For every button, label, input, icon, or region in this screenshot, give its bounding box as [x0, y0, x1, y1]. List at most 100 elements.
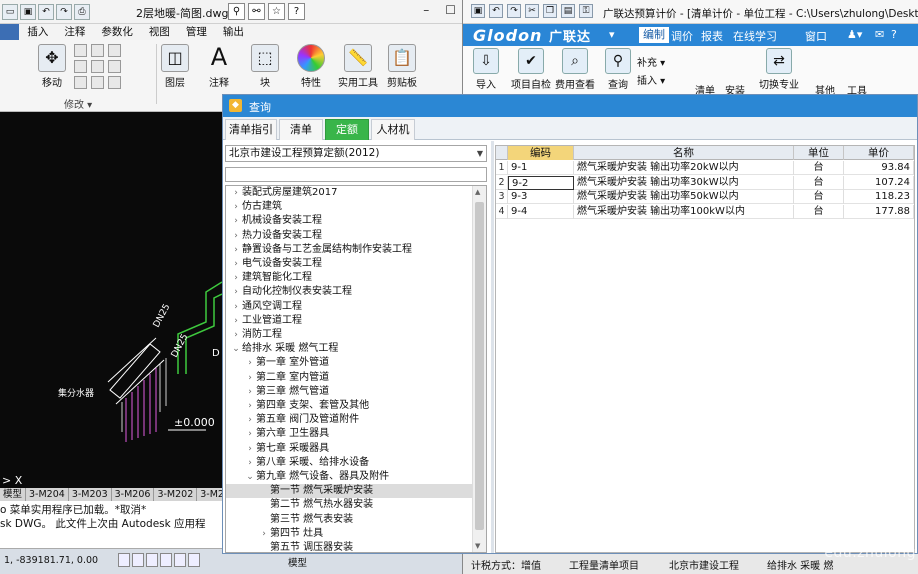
- polar-toggle-icon[interactable]: [160, 553, 172, 567]
- chevron-right-icon[interactable]: ›: [230, 328, 242, 342]
- scale-icon[interactable]: [91, 76, 104, 89]
- cad-menu-annotate[interactable]: 注释: [56, 24, 93, 40]
- modify-panel-label[interactable]: 修改 ▾: [64, 96, 92, 111]
- menu-price-adjust[interactable]: 调价: [671, 28, 693, 44]
- query-button[interactable]: ⚲ 查询: [605, 48, 631, 91]
- cell-price[interactable]: 93.84: [844, 161, 914, 175]
- tree-node[interactable]: › 热力设备安装工程: [226, 229, 472, 243]
- cad-menu-home[interactable]: [0, 24, 20, 40]
- chevron-right-icon[interactable]: ›: [230, 300, 242, 314]
- menu-edit[interactable]: 编制: [639, 27, 669, 43]
- lock-icon[interactable]: ⚿: [579, 4, 593, 18]
- fillet-icon[interactable]: [108, 60, 121, 73]
- tree-node[interactable]: › 通风空调工程: [226, 300, 472, 314]
- tree-node[interactable]: 第二节 燃气热水器安装: [226, 498, 472, 512]
- row-number[interactable]: 2: [496, 175, 508, 190]
- chevron-down-icon[interactable]: ⌄: [230, 342, 242, 356]
- snap-toggle-icon[interactable]: [132, 553, 144, 567]
- cell-name[interactable]: 燃气采暖炉安装 输出功率100kW以内: [574, 204, 794, 219]
- tree-node[interactable]: › 第五章 阀门及管道附件: [226, 413, 472, 427]
- cad-menu-insert[interactable]: 插入: [19, 24, 56, 40]
- chevron-right-icon[interactable]: ›: [230, 314, 242, 328]
- mirror-icon[interactable]: [91, 60, 104, 73]
- cell-code[interactable]: 9-1: [508, 161, 574, 175]
- query-dialog-titlebar[interactable]: ◆ 查询: [223, 95, 917, 117]
- table-row[interactable]: 1 9-1 燃气采暖炉安装 输出功率20kW以内台 93.84: [496, 161, 914, 175]
- cell-name[interactable]: 燃气采暖炉安装 输出功率30kW以内: [574, 175, 794, 190]
- undo-icon[interactable]: ↶: [38, 4, 54, 20]
- binoculars-icon[interactable]: ⚲: [228, 3, 245, 20]
- save-icon[interactable]: ▣: [471, 4, 485, 18]
- menu-window[interactable]: 窗口: [805, 28, 827, 44]
- layout-tab[interactable]: 模型: [0, 488, 27, 501]
- tree-node[interactable]: › 自动化控制仪表安装工程: [226, 285, 472, 299]
- menu-report[interactable]: 报表: [701, 28, 723, 44]
- tree-node[interactable]: 第五节 调压器安装: [226, 541, 472, 552]
- tab-bill[interactable]: 清单: [279, 119, 323, 140]
- undo-icon[interactable]: ↶: [489, 4, 503, 18]
- scroll-up-icon[interactable]: ▲: [475, 188, 480, 196]
- cad-menu-view[interactable]: 视图: [141, 24, 178, 40]
- redo-icon[interactable]: ↷: [56, 4, 72, 20]
- cad-menu-output[interactable]: 输出: [215, 24, 252, 40]
- tab-bill-guide[interactable]: 清单指引: [225, 119, 277, 140]
- tree-node[interactable]: › 第四章 支架、套管及其他: [226, 399, 472, 413]
- tree-node[interactable]: › 第三章 燃气管道: [226, 385, 472, 399]
- user-icon[interactable]: ♟▾: [847, 28, 862, 41]
- otrack-toggle-icon[interactable]: [188, 553, 200, 567]
- tree-node[interactable]: › 第一章 室外管道: [226, 356, 472, 370]
- chevron-right-icon[interactable]: ›: [230, 200, 242, 214]
- layout-tab[interactable]: 3-M203: [69, 488, 112, 501]
- header-code[interactable]: 编码: [508, 146, 574, 160]
- grid-toggle-icon[interactable]: [118, 553, 130, 567]
- copy-icon[interactable]: [74, 60, 87, 73]
- scroll-thumb[interactable]: [475, 202, 484, 530]
- cut-icon[interactable]: ✂: [525, 4, 539, 18]
- rotate-icon[interactable]: [74, 44, 87, 57]
- chevron-right-icon[interactable]: ›: [230, 229, 242, 243]
- cell-price[interactable]: 107.24: [844, 175, 914, 190]
- cad-drawing-canvas[interactable]: DN25 DN25 集分水器 ±0.000 D > X: [0, 112, 223, 492]
- tree-search-input[interactable]: [225, 167, 487, 182]
- chevron-right-icon[interactable]: ›: [244, 385, 256, 399]
- row-number[interactable]: 1: [496, 161, 508, 175]
- save-icon[interactable]: ▣: [20, 4, 36, 20]
- stretch-icon[interactable]: [74, 76, 87, 89]
- cad-menu-manage[interactable]: 管理: [178, 24, 215, 40]
- chevron-right-icon[interactable]: ›: [230, 243, 242, 257]
- header-unit[interactable]: 单位: [794, 146, 844, 160]
- help-icon[interactable]: ?: [891, 28, 897, 41]
- tree-node[interactable]: › 建筑智能化工程: [226, 271, 472, 285]
- extend-icon[interactable]: [108, 44, 121, 57]
- cell-code[interactable]: 9-2: [508, 175, 574, 190]
- tab-labor-material[interactable]: 人材机: [371, 119, 415, 140]
- tree-node[interactable]: ⌄ 第九章 燃气设备、器具及附件: [226, 470, 472, 484]
- maximize-icon[interactable]: ☐: [445, 3, 456, 17]
- supplement-button[interactable]: 补充 ▾: [637, 54, 665, 69]
- cell-unit[interactable]: 台: [794, 175, 844, 190]
- tree-node[interactable]: › 工业管道工程: [226, 314, 472, 328]
- cell-name[interactable]: 燃气采暖炉安装 输出功率20kW以内: [574, 161, 794, 175]
- scroll-down-icon[interactable]: ▼: [475, 542, 480, 550]
- header-price[interactable]: 单价: [844, 146, 914, 160]
- array-icon[interactable]: [108, 76, 121, 89]
- chevron-right-icon[interactable]: ›: [230, 285, 242, 299]
- tree-node[interactable]: › 第二章 室内管道: [226, 371, 472, 385]
- chevron-right-icon[interactable]: ›: [244, 356, 256, 370]
- print-icon[interactable]: ⎙: [74, 4, 90, 20]
- cell-unit[interactable]: 台: [794, 190, 844, 204]
- tree-node[interactable]: › 第八章 采暖、给排水设备: [226, 456, 472, 470]
- search-icon[interactable]: ⚯: [248, 3, 265, 20]
- chevron-right-icon[interactable]: ›: [230, 186, 242, 200]
- tab-quota[interactable]: 定额: [325, 119, 369, 140]
- cad-menu-parametric[interactable]: 参数化: [93, 24, 141, 40]
- copy-icon[interactable]: ❐: [543, 4, 557, 18]
- minimize-icon[interactable]: –: [423, 3, 429, 17]
- fee-view-button[interactable]: ⌕ 费用查看: [555, 48, 595, 91]
- chevron-down-icon[interactable]: ⌄: [244, 470, 256, 484]
- tree-node[interactable]: 第一节 燃气采暖炉安装: [226, 484, 472, 499]
- cell-unit[interactable]: 台: [794, 161, 844, 175]
- layout-tab[interactable]: 3-M206: [112, 488, 155, 501]
- tree-node[interactable]: › 电气设备安装工程: [226, 257, 472, 271]
- trim-icon[interactable]: [91, 44, 104, 57]
